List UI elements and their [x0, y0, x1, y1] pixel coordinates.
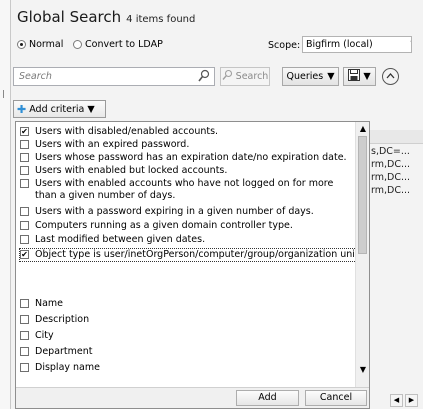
save-query-button[interactable]: ▼: [343, 67, 376, 86]
search-placeholder: Search: [19, 71, 52, 82]
criteria-item-password-expiring[interactable]: Users with a password expiring in a give…: [20, 206, 314, 218]
scope-value: Bigfirm (local): [306, 39, 373, 50]
criteria-item-object-type[interactable]: ✔ Object type is user/inetOrgPerson/compu…: [19, 248, 363, 262]
criteria-label: Last modified between given dates.: [35, 234, 206, 245]
results-column-header: [370, 130, 423, 144]
result-cell: s,DC=...: [371, 146, 410, 157]
attribute-label: Name: [35, 298, 64, 309]
title-text: Global Search: [17, 8, 122, 26]
search-button-icon: [222, 69, 233, 84]
chevron-down-icon[interactable]: ▼: [411, 38, 412, 51]
search-button-label: Search: [235, 71, 269, 82]
attribute-label: Description: [35, 314, 90, 325]
criteria-label: Users whose password has an expiration d…: [35, 152, 347, 163]
attribute-label: City: [35, 330, 54, 341]
result-cell: rm,DC...: [371, 159, 411, 170]
checkbox[interactable]: [20, 299, 29, 308]
edge-marker: [3, 90, 4, 98]
search-input[interactable]: Search: [13, 67, 215, 86]
radio-convert-ldap-label: Convert to LDAP: [85, 39, 163, 50]
checkbox[interactable]: [20, 315, 29, 324]
add-criteria-button[interactable]: ✚ Add criteria ▼: [13, 100, 106, 118]
criteria-footer: Add Cancel: [16, 387, 369, 408]
checkbox[interactable]: [20, 207, 29, 216]
checkbox[interactable]: ✔: [20, 250, 29, 259]
attribute-item-description[interactable]: Description: [20, 314, 89, 326]
add-button[interactable]: Add: [236, 390, 299, 406]
checkbox[interactable]: [20, 331, 29, 340]
scroll-left-arrow-icon[interactable]: ◀: [390, 394, 403, 407]
criteria-label: Users with enabled but locked accounts.: [35, 165, 228, 176]
checkbox[interactable]: [20, 179, 29, 188]
attribute-item-department[interactable]: Department: [20, 346, 93, 358]
result-cell: rm,DC...: [371, 172, 411, 183]
radio-normal-indicator[interactable]: [17, 40, 26, 49]
radio-normal[interactable]: Normal: [17, 39, 63, 50]
add-criteria-label: Add criteria: [29, 103, 85, 115]
result-cell: rm,DC...: [371, 185, 411, 196]
save-icon: [348, 69, 361, 84]
criteria-dropdown: ✔ Users with disabled/enabled accounts. U…: [15, 121, 370, 409]
criteria-item-locked-accounts[interactable]: Users with enabled but locked accounts.: [20, 165, 227, 177]
attribute-label: Display name: [35, 362, 100, 373]
scrollbar-thumb[interactable]: [358, 136, 367, 254]
checkbox[interactable]: [20, 235, 29, 244]
plus-icon: ✚: [17, 102, 27, 116]
checkbox[interactable]: [20, 166, 29, 175]
criteria-item-disabled-enabled[interactable]: ✔ Users with disabled/enabled accounts.: [20, 126, 218, 138]
criteria-label: Users with enabled accounts who have not…: [35, 178, 334, 201]
radio-convert-ldap-indicator[interactable]: [73, 40, 82, 49]
checkbox[interactable]: [20, 363, 29, 372]
page-title: Global Search 4 items found: [17, 8, 195, 26]
cancel-button[interactable]: Cancel: [305, 390, 367, 406]
chevron-down-icon: ▼: [87, 103, 95, 115]
criteria-scrollbar[interactable]: ▲ ▼: [355, 122, 369, 388]
checkbox[interactable]: [20, 347, 29, 356]
search-button[interactable]: Search: [220, 67, 270, 86]
scroll-right-arrow-icon[interactable]: ▶: [405, 394, 418, 407]
radio-convert-ldap[interactable]: Convert to LDAP: [73, 39, 163, 50]
attribute-item-name[interactable]: Name: [20, 298, 63, 310]
queries-button[interactable]: Queries ▼: [282, 67, 339, 86]
criteria-item-expired-password[interactable]: Users with an expired password.: [20, 139, 189, 151]
queries-button-label: Queries: [286, 71, 324, 82]
attribute-item-display-name[interactable]: Display name: [20, 362, 100, 374]
criteria-item-last-modified[interactable]: Last modified between given dates.: [20, 234, 205, 246]
search-icon: [198, 69, 210, 86]
criteria-item-not-logged-on[interactable]: Users with enabled accounts who have not…: [20, 178, 355, 201]
left-edge-strip: [0, 0, 11, 409]
scroll-down-arrow-icon[interactable]: ▼: [358, 365, 368, 375]
criteria-item-domain-controller[interactable]: Computers running as a given domain cont…: [20, 220, 293, 232]
chevron-up-icon: [386, 71, 395, 82]
collapse-up-button[interactable]: [382, 68, 399, 85]
global-search-window: Global Search 4 items found Normal Conver…: [0, 0, 423, 409]
checkbox[interactable]: [20, 221, 29, 230]
checkbox[interactable]: [20, 153, 29, 162]
scope-select[interactable]: Bigfirm (local) ▼: [302, 36, 412, 53]
criteria-item-password-expiration[interactable]: Users whose password has an expiration d…: [20, 152, 347, 164]
scope-label: Scope:: [268, 40, 301, 51]
checkbox[interactable]: [20, 140, 29, 149]
attribute-item-city[interactable]: City: [20, 330, 54, 342]
chevron-down-icon: ▼: [363, 71, 371, 82]
chevron-down-icon: ▼: [327, 71, 335, 82]
criteria-label: Users with a password expiring in a give…: [35, 206, 314, 217]
criteria-label: Computers running as a given domain cont…: [35, 220, 293, 231]
result-count: 4 items found: [126, 14, 196, 25]
criteria-label: Users with disabled/enabled accounts.: [35, 126, 219, 137]
attribute-label: Department: [35, 346, 93, 357]
scroll-up-arrow-icon[interactable]: ▲: [358, 124, 368, 134]
checkbox[interactable]: ✔: [20, 127, 29, 136]
radio-normal-label: Normal: [29, 39, 64, 50]
criteria-label: Object type is user/inetOrgPerson/comput…: [35, 249, 362, 260]
criteria-label: Users with an expired password.: [35, 139, 190, 150]
